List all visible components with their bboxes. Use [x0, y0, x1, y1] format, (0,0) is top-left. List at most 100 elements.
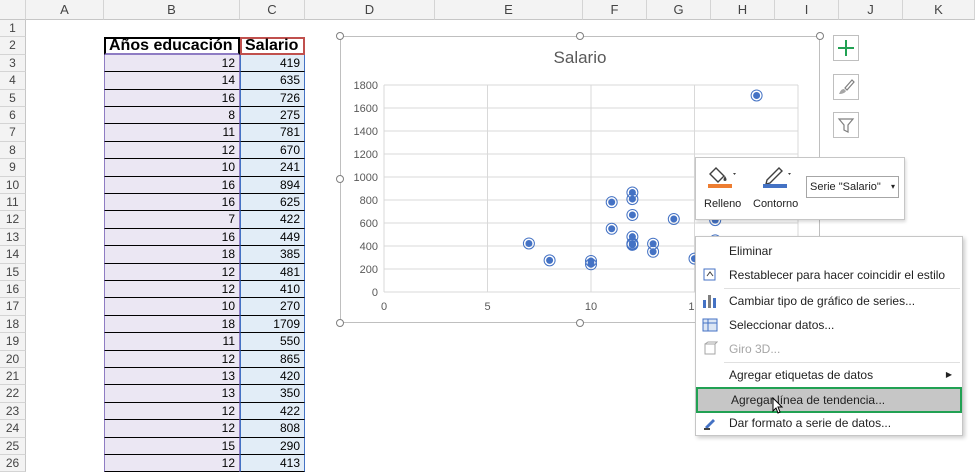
cell-anos-educacion[interactable]: 11: [104, 124, 240, 142]
resize-handle-bl[interactable]: [336, 319, 344, 327]
row-header[interactable]: 12: [0, 211, 26, 229]
resize-handle-ml[interactable]: [336, 175, 344, 183]
cell-salario[interactable]: 420: [240, 368, 305, 386]
cell-salario[interactable]: 808: [240, 420, 305, 438]
cell-anos-educacion[interactable]: 14: [104, 72, 240, 90]
cell-anos-educacion[interactable]: 16: [104, 194, 240, 212]
cell-salario[interactable]: 410: [240, 281, 305, 299]
cell-anos-educacion[interactable]: 12: [104, 420, 240, 438]
cell-anos-educacion[interactable]: 12: [104, 281, 240, 299]
row-header[interactable]: 22: [0, 385, 26, 403]
cell-anos-educacion[interactable]: 12: [104, 141, 240, 160]
cell-anos-educacion[interactable]: 16: [104, 176, 240, 194]
chart-filters-button[interactable]: [833, 112, 859, 138]
cell-salario[interactable]: 270: [240, 298, 305, 316]
chart-styles-button[interactable]: [833, 74, 859, 100]
cell-salario[interactable]: 894: [240, 176, 305, 194]
cell-anos-educacion[interactable]: 12: [104, 54, 240, 73]
cell-salario[interactable]: 422: [240, 211, 305, 229]
row-header[interactable]: 19: [0, 333, 26, 351]
cell-salario[interactable]: 419: [240, 54, 305, 73]
column-header-g[interactable]: G: [647, 0, 711, 20]
row-header[interactable]: 2: [0, 37, 26, 55]
row-header[interactable]: 23: [0, 402, 26, 421]
cell-anos-educacion[interactable]: 12: [104, 263, 240, 281]
cell-salario[interactable]: 275: [240, 107, 305, 125]
cell-salario[interactable]: 550: [240, 333, 305, 351]
row-header[interactable]: 13: [0, 228, 26, 247]
fill-button[interactable]: Relleno: [702, 162, 744, 216]
row-header[interactable]: 3: [0, 54, 26, 73]
cell-anos-educacion[interactable]: 13: [104, 368, 240, 386]
cell-salario[interactable]: 350: [240, 385, 305, 403]
resize-handle-tr[interactable]: [816, 32, 824, 40]
cell-salario[interactable]: 385: [240, 246, 305, 264]
menu-item-seleccionar-datos[interactable]: Seleccionar datos...: [696, 313, 962, 337]
cell-salario[interactable]: 670: [240, 141, 305, 160]
series-select[interactable]: Serie "Salario" ▾: [806, 176, 899, 198]
cell-anos-educacion[interactable]: 13: [104, 385, 240, 403]
cell-anos-educacion[interactable]: 12: [104, 350, 240, 368]
column-header-h[interactable]: H: [711, 0, 775, 20]
column-header-e[interactable]: E: [435, 0, 583, 20]
menu-item-agregar-linea-tendencia[interactable]: Agregar línea de tendencia...: [696, 387, 962, 413]
cell-anos-educacion[interactable]: 18: [104, 246, 240, 264]
cell-anos-educacion[interactable]: 18: [104, 315, 240, 334]
row-header[interactable]: 10: [0, 176, 26, 194]
data-point[interactable]: [605, 222, 618, 235]
column-header-i[interactable]: I: [775, 0, 839, 20]
resize-handle-tl[interactable]: [336, 32, 344, 40]
data-point[interactable]: [605, 196, 618, 209]
column-header-a[interactable]: A: [26, 0, 104, 20]
resize-handle-bm[interactable]: [576, 319, 584, 327]
row-header[interactable]: 6: [0, 107, 26, 125]
menu-item-agregar-etiquetas[interactable]: Agregar etiquetas de datos ▶: [696, 363, 962, 387]
column-header-k[interactable]: K: [903, 0, 975, 20]
cell-salario[interactable]: 781: [240, 124, 305, 142]
cell-anos-educacion[interactable]: 10: [104, 159, 240, 177]
column-header-c[interactable]: C: [240, 0, 305, 20]
resize-handle-tm[interactable]: [576, 32, 584, 40]
row-header[interactable]: 17: [0, 298, 26, 316]
menu-item-restablecer-estilo[interactable]: Restablecer para hacer coincidir el esti…: [696, 263, 962, 287]
cell-anos-educacion[interactable]: 12: [104, 402, 240, 421]
row-header[interactable]: 9: [0, 159, 26, 177]
cell-salario[interactable]: 635: [240, 72, 305, 90]
row-header[interactable]: 24: [0, 420, 26, 438]
column-header-b[interactable]: B: [104, 0, 240, 20]
row-header[interactable]: 7: [0, 124, 26, 142]
cell-anos-educacion[interactable]: 11: [104, 333, 240, 351]
data-point[interactable]: [626, 208, 639, 221]
row-header[interactable]: 1: [0, 20, 26, 38]
row-header[interactable]: 5: [0, 89, 26, 107]
row-header[interactable]: 21: [0, 368, 26, 386]
cell-salario[interactable]: 422: [240, 402, 305, 421]
row-header[interactable]: 11: [0, 194, 26, 212]
row-header[interactable]: 14: [0, 246, 26, 264]
cell-salario[interactable]: 449: [240, 228, 305, 247]
cell-salario[interactable]: 241: [240, 159, 305, 177]
row-header[interactable]: 16: [0, 281, 26, 299]
cell-salario[interactable]: 865: [240, 350, 305, 368]
cell-anos-educacion[interactable]: 10: [104, 298, 240, 316]
row-header[interactable]: 15: [0, 263, 26, 281]
cell-anos-educacion[interactable]: 7: [104, 211, 240, 229]
data-point[interactable]: [647, 245, 660, 258]
row-header[interactable]: 18: [0, 315, 26, 334]
row-header[interactable]: 8: [0, 141, 26, 160]
cell-anos-educacion[interactable]: 15: [104, 437, 240, 455]
menu-item-eliminar[interactable]: Eliminar: [696, 239, 962, 263]
cell-salario[interactable]: 290: [240, 437, 305, 455]
cell-salario[interactable]: 481: [240, 263, 305, 281]
header-cell-anos-educacion[interactable]: Años educación: [104, 37, 240, 55]
data-point[interactable]: [522, 237, 535, 250]
column-header-j[interactable]: J: [839, 0, 903, 20]
menu-item-cambiar-tipo-grafico[interactable]: Cambiar tipo de gráfico de series...: [696, 289, 962, 313]
menu-item-dar-formato-serie[interactable]: Dar formato a serie de datos...: [696, 411, 962, 435]
cell-salario[interactable]: 726: [240, 89, 305, 107]
header-cell-salario[interactable]: Salario: [240, 37, 305, 55]
row-header[interactable]: 25: [0, 437, 26, 455]
column-header-f[interactable]: F: [583, 0, 647, 20]
chart-title[interactable]: Salario: [554, 48, 607, 67]
cell-anos-educacion[interactable]: 8: [104, 107, 240, 125]
